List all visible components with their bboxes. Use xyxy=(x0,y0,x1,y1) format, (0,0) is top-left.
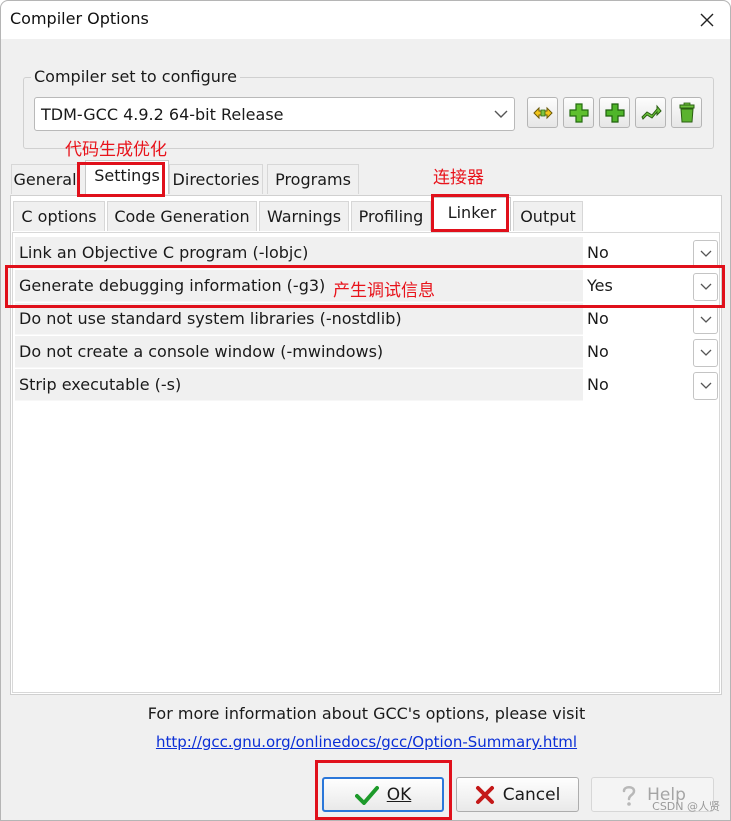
rename-compiler-set-button[interactable] xyxy=(635,97,666,128)
help-question-icon xyxy=(622,785,636,806)
chevron-down-icon xyxy=(700,349,711,356)
close-icon xyxy=(700,13,714,27)
annotation-linker-note: 连接器 xyxy=(433,168,484,188)
option-dropdown-button[interactable] xyxy=(693,306,718,334)
add-compiler-set-icon xyxy=(568,102,589,123)
option-row-mwindows: Do not create a console window (-mwindow… xyxy=(15,336,719,369)
annotation-debug-note: 产生调试信息 xyxy=(333,281,435,301)
option-value[interactable]: Yes xyxy=(585,270,687,302)
compiler-set-legend: Compiler set to configure xyxy=(31,67,240,86)
tab-general[interactable]: General xyxy=(11,164,79,194)
add-compiler-set-button[interactable] xyxy=(563,97,594,128)
option-label: Link an Objective C program (-lobjc) xyxy=(15,237,583,269)
compiler-set-value: TDM-GCC 4.9.2 64-bit Release xyxy=(41,105,284,124)
gcc-info-text: For more information about GCC's options… xyxy=(147,704,586,723)
delete-compiler-set-icon xyxy=(679,102,694,122)
option-value[interactable]: No xyxy=(585,336,687,368)
add-compiler-set-folder-button[interactable] xyxy=(599,97,630,128)
tab-output[interactable]: Output xyxy=(513,201,583,231)
tab-directories[interactable]: Directories xyxy=(169,164,263,194)
window-title: Compiler Options xyxy=(10,9,149,28)
chevron-down-icon xyxy=(700,382,711,389)
option-dropdown-button[interactable] xyxy=(693,240,718,268)
chevron-down-icon xyxy=(494,110,508,118)
option-dropdown-button[interactable] xyxy=(693,273,718,301)
annotation-settings-note: 代码生成优化 xyxy=(65,140,167,160)
option-label: Do not use standard system libraries (-n… xyxy=(15,303,583,335)
gcc-options-link[interactable]: http://gcc.gnu.org/onlinedocs/gcc/Option… xyxy=(1,733,731,751)
option-row-lobjc: Link an Objective C program (-lobjc) No xyxy=(15,237,719,270)
option-row-nostdlib: Do not use standard system libraries (-n… xyxy=(15,303,719,336)
title-bar: Compiler Options xyxy=(1,1,730,39)
ok-button[interactable]: OK xyxy=(322,777,444,812)
find-compiler-set-button[interactable] xyxy=(527,97,558,128)
tab-warnings[interactable]: Warnings xyxy=(259,201,349,231)
tab-programs[interactable]: Programs xyxy=(267,164,359,194)
tab-c-options[interactable]: C options xyxy=(13,201,105,231)
cancel-button-label: Cancel xyxy=(502,784,561,805)
add-compiler-set-folder-icon xyxy=(604,102,625,123)
tab-code-generation[interactable]: Code Generation xyxy=(107,201,257,231)
option-value[interactable]: No xyxy=(585,303,687,335)
checkmark-icon xyxy=(354,785,379,805)
watermark: CSDN @人贤 xyxy=(652,800,720,813)
compiler-options-dialog: Compiler Options Compiler set to configu… xyxy=(0,0,731,821)
cancel-button[interactable]: Cancel xyxy=(456,777,579,812)
delete-compiler-set-button[interactable] xyxy=(671,97,702,128)
option-dropdown-button[interactable] xyxy=(693,372,718,400)
option-label: Strip executable (-s) xyxy=(15,369,583,401)
option-value[interactable]: No xyxy=(585,237,687,269)
option-row-strip: Strip executable (-s) No xyxy=(15,369,719,402)
tab-profiling[interactable]: Profiling xyxy=(351,201,431,231)
red-x-icon xyxy=(475,785,494,804)
tab-linker[interactable]: Linker xyxy=(433,197,511,231)
tab-settings[interactable]: Settings xyxy=(85,160,169,194)
option-dropdown-button[interactable] xyxy=(693,339,718,367)
close-button[interactable] xyxy=(690,5,724,35)
ok-button-label: OK xyxy=(386,784,412,805)
option-label: Generate debugging information (-g3) xyxy=(15,270,583,302)
chevron-down-icon xyxy=(700,316,711,323)
rename-compiler-set-icon xyxy=(640,104,662,120)
chevron-down-icon xyxy=(700,283,711,290)
option-label: Do not create a console window (-mwindow… xyxy=(15,336,583,368)
compiler-set-select[interactable]: TDM-GCC 4.9.2 64-bit Release xyxy=(34,97,515,131)
compiler-set-find-icon xyxy=(532,106,553,119)
option-value[interactable]: No xyxy=(585,369,687,401)
chevron-down-icon xyxy=(700,250,711,257)
